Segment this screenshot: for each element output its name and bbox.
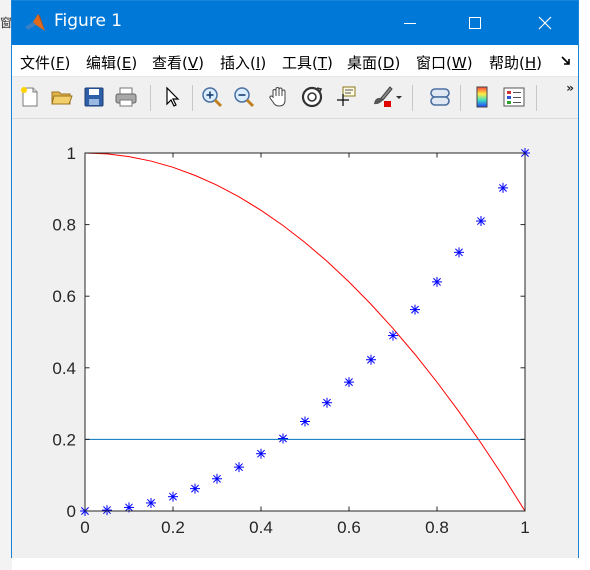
minimize-icon [404, 23, 416, 24]
series-1-point [102, 505, 112, 516]
zoom-in-icon[interactable] [200, 85, 224, 109]
pan-hand-icon[interactable] [267, 85, 291, 109]
series-1-point [410, 304, 420, 315]
series-1-point [476, 216, 486, 227]
brush-icon[interactable] [370, 85, 394, 109]
pointer-icon[interactable] [160, 85, 184, 109]
legend-icon[interactable] [502, 85, 526, 109]
new-figure-icon[interactable] [18, 85, 42, 109]
zoom-out-icon[interactable] [232, 85, 256, 109]
title-bar[interactable]: Figure 1 [12, 1, 578, 45]
series-1-point [432, 276, 442, 287]
menu-overflow-icon[interactable] [560, 54, 572, 68]
axes-plot[interactable]: 0 0.2 0.4 0.6 0.8 1 0 0.2 0.4 0.6 0.8 1 [12, 119, 578, 558]
menu-edit[interactable]: 编辑(E) [86, 52, 137, 73]
menu-file[interactable]: 文件(F) [20, 52, 70, 73]
open-file-icon[interactable] [50, 85, 74, 109]
minimize-button[interactable] [387, 1, 433, 45]
axes-background [85, 153, 525, 511]
series-1-point [190, 483, 200, 494]
figure-canvas: 0 0.2 0.4 0.6 0.8 1 0 0.2 0.4 0.6 0.8 1 [12, 119, 578, 558]
y-tick-label: 1 [67, 144, 76, 163]
series-1-point [212, 473, 222, 484]
y-tick-label: 0 [67, 502, 76, 521]
y-tick-label: 0.2 [52, 430, 76, 449]
x-tick-label: 0.6 [337, 518, 361, 537]
colorbar-icon[interactable] [470, 85, 494, 109]
series-1-point [388, 330, 398, 341]
matlab-icon [25, 14, 45, 31]
series-1-point [234, 462, 244, 473]
save-icon[interactable] [82, 85, 106, 109]
rotate-3d-icon[interactable] [300, 85, 324, 109]
series-1-point [278, 433, 288, 444]
x-tick-label: 0.2 [161, 518, 185, 537]
series-1-point [168, 491, 178, 502]
series-1-point [366, 354, 376, 365]
toolbar-separator [460, 85, 461, 111]
window-title: Figure 1 [54, 11, 123, 31]
chevron-down-icon[interactable] [394, 85, 404, 109]
menu-tools[interactable]: 工具(T) [282, 52, 333, 73]
link-plot-icon[interactable] [428, 85, 452, 109]
print-icon[interactable] [114, 85, 138, 109]
data-cursor-icon[interactable] [334, 85, 358, 109]
menu-help[interactable]: 帮助(H) [489, 52, 542, 73]
x-tick-label: 0.4 [249, 518, 273, 537]
toolbar-separator [536, 85, 537, 111]
series-1-point [498, 182, 508, 193]
toolbar-overflow[interactable]: » [566, 81, 574, 95]
figure-toolbar: » [12, 77, 578, 119]
series-1-point [300, 416, 310, 427]
menu-window[interactable]: 窗口(W) [416, 52, 473, 73]
x-tick-label: 0 [80, 518, 89, 537]
y-tick-label: 0.8 [52, 216, 76, 235]
menu-desktop[interactable]: 桌面(D) [347, 52, 400, 73]
toolbar-separator [192, 85, 193, 111]
series-1-point [344, 377, 354, 388]
menu-insert[interactable]: 插入(I) [220, 52, 266, 73]
series-1-point [454, 247, 464, 258]
series-1-point [146, 497, 156, 508]
menu-view[interactable]: 查看(V) [152, 52, 204, 73]
series-1-point [256, 448, 266, 459]
close-icon [538, 16, 552, 30]
toolbar-separator [412, 85, 413, 111]
menu-bar: 文件(F) 编辑(E) 查看(V) 插入(I) 工具(T) 桌面(D) 窗口(W… [12, 45, 578, 77]
toolbar-separator [150, 85, 151, 111]
series-1-point [322, 397, 332, 408]
close-button[interactable] [522, 1, 568, 45]
x-tick-label: 0.8 [425, 518, 449, 537]
figure-window: Figure 1 文件(F) 编辑(E) 查看(V) 插入(I) 工具(T) 桌… [11, 0, 579, 558]
x-tick-label: 1 [520, 518, 529, 537]
y-tick-label: 0.6 [52, 287, 76, 306]
y-tick-label: 0.4 [52, 359, 76, 378]
maximize-button[interactable] [452, 1, 498, 45]
maximize-icon [469, 17, 481, 29]
